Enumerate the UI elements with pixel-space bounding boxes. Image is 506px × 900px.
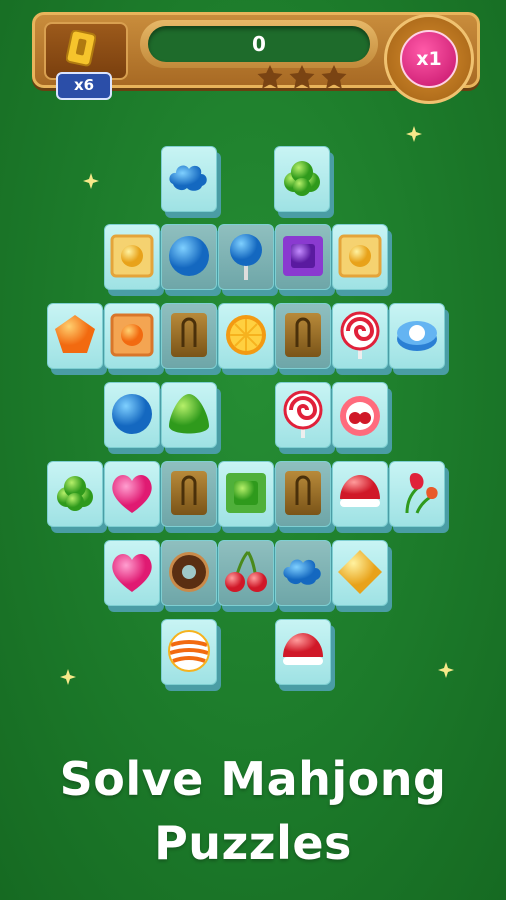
tile-cherries[interactable]	[218, 540, 278, 612]
tile-blue-cloud-candy[interactable]	[161, 146, 221, 218]
multiplier-badge: x1	[400, 30, 458, 88]
orange-slice-candy-icon	[226, 315, 266, 355]
tile-orange-pentagon-candy[interactable]	[47, 303, 107, 375]
star-progress	[256, 64, 368, 90]
tile-chocolate-donut[interactable]	[161, 540, 221, 612]
red-jelly-candy-icon	[340, 475, 380, 507]
tile-orange-striped-candy[interactable]	[161, 619, 221, 691]
tile-blue-ball-candy[interactable]	[161, 224, 221, 296]
sparkle-icon	[438, 662, 454, 678]
tile-red-swirl-lollipop[interactable]	[332, 303, 392, 375]
star-icon	[321, 65, 347, 89]
green-clover-candy-icon	[57, 476, 93, 511]
tile-chocolate-bar[interactable]	[161, 461, 221, 533]
tile-red-jelly-candy[interactable]	[332, 461, 392, 533]
tile-tulip-flowers[interactable]	[389, 461, 449, 533]
chocolate-bar-icon	[171, 471, 207, 515]
tile-green-clover-candy[interactable]	[47, 461, 107, 533]
orange-striped-candy-icon	[168, 630, 210, 672]
tile-purple-wrapped-candy[interactable]	[275, 224, 335, 296]
chocolate-donut-icon	[169, 552, 209, 592]
blue-lollipop-icon	[230, 234, 262, 280]
cherry-cake-icon	[340, 396, 380, 436]
tile-orange-slice-candy[interactable]	[218, 303, 278, 375]
tile-blue-lollipop[interactable]	[218, 224, 278, 296]
chocolate-bar-icon	[285, 313, 321, 357]
blue-mint-candy-icon	[397, 321, 437, 351]
orange-pentagon-candy-icon	[55, 315, 95, 353]
red-swirl-lollipop-icon	[340, 311, 380, 359]
headline-line-2: Puzzles	[154, 816, 352, 870]
star-icon	[257, 65, 283, 89]
red-jelly-candy-icon	[283, 633, 323, 665]
pink-heart-candy-icon	[112, 554, 152, 592]
headline-line-1: Solve Mahjong	[59, 752, 447, 806]
tile-chocolate-bar[interactable]	[161, 303, 221, 375]
tile-pink-heart-candy[interactable]	[104, 461, 164, 533]
hint-tile-icon	[66, 30, 96, 67]
tile-green-clover-candy[interactable]	[274, 146, 334, 218]
tile-cherry-cake[interactable]	[332, 382, 392, 454]
tile-red-swirl-lollipop[interactable]	[275, 382, 335, 454]
hint-count-badge: x6	[56, 72, 112, 100]
chocolate-bar-icon	[285, 471, 321, 515]
cherries-icon	[225, 550, 267, 592]
tile-orange-wrapped-candy[interactable]	[104, 303, 164, 375]
yellow-diamond-candy-icon	[338, 550, 382, 594]
pink-heart-candy-icon	[112, 475, 152, 513]
score-value: 0	[148, 26, 370, 62]
tile-blue-ball-candy[interactable]	[104, 382, 164, 454]
purple-wrapped-candy-icon	[283, 236, 323, 276]
green-clover-candy-icon	[284, 161, 320, 196]
tile-yellow-diamond-candy[interactable]	[332, 540, 392, 612]
tile-yellow-wrapped-candy[interactable]	[332, 224, 392, 296]
green-wrapped-candy-icon	[226, 473, 266, 513]
yellow-wrapped-candy-icon	[338, 234, 382, 278]
blue-cloud-candy-icon	[169, 165, 207, 191]
star-icon	[289, 65, 315, 89]
tile-yellow-wrapped-candy[interactable]	[104, 224, 164, 296]
yellow-wrapped-candy-icon	[110, 234, 154, 278]
tile-blue-cloud-candy[interactable]	[275, 540, 335, 612]
tile-red-jelly-candy[interactable]	[275, 619, 335, 691]
tile-chocolate-bar[interactable]	[275, 303, 335, 375]
tile-blue-mint-candy[interactable]	[389, 303, 449, 375]
red-swirl-lollipop-icon	[283, 390, 323, 438]
blue-cloud-candy-icon	[283, 559, 321, 585]
sparkle-icon	[83, 173, 99, 189]
blue-ball-candy-icon	[169, 236, 209, 276]
green-gumdrop-icon	[169, 394, 209, 434]
tulip-flowers-icon	[405, 473, 438, 514]
tile-pink-heart-candy[interactable]	[104, 540, 164, 612]
orange-wrapped-candy-icon	[110, 313, 154, 357]
tile-chocolate-bar[interactable]	[275, 461, 335, 533]
tile-green-gumdrop[interactable]	[161, 382, 221, 454]
sparkle-icon	[60, 669, 76, 685]
chocolate-bar-icon	[171, 313, 207, 357]
tile-green-wrapped-candy[interactable]	[218, 461, 278, 533]
sparkle-icon	[406, 126, 422, 142]
blue-ball-candy-icon	[112, 394, 152, 434]
